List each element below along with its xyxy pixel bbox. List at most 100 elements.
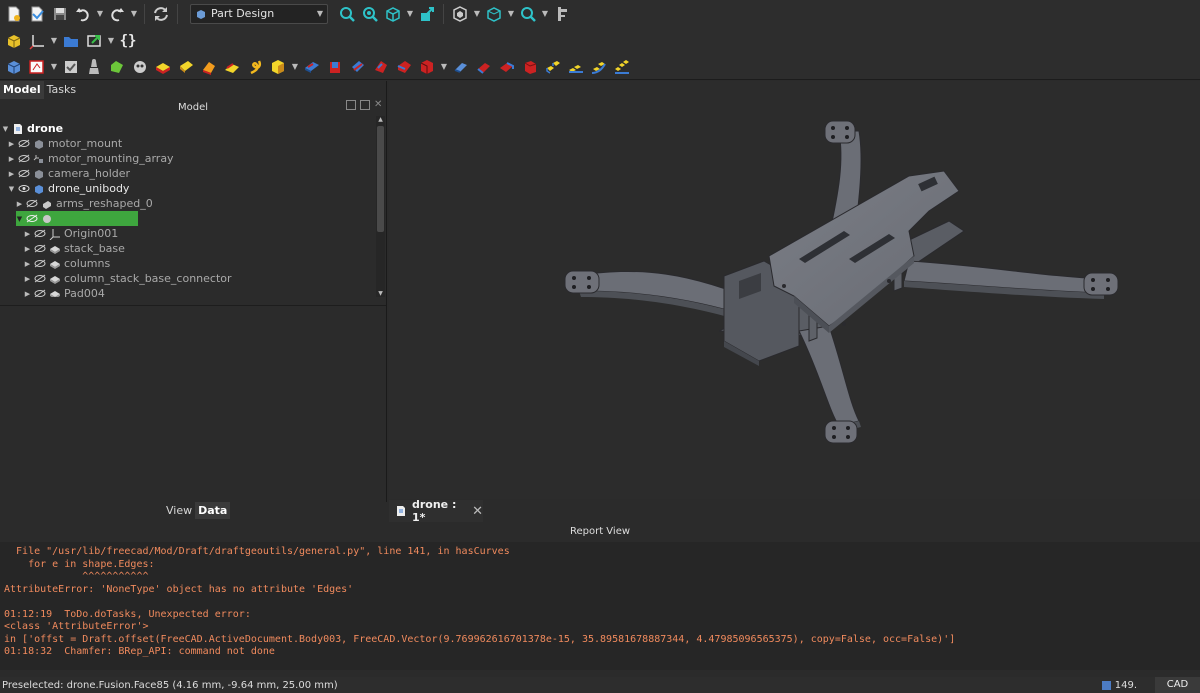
link-icon[interactable] xyxy=(84,31,104,51)
document-tab[interactable]: drone : 1* ✕ xyxy=(389,498,483,524)
views-dropdown-icon[interactable]: ▼ xyxy=(406,4,414,24)
tree-item-stack-base[interactable]: ▶ stack_base xyxy=(24,241,125,256)
helix-icon[interactable] xyxy=(245,57,265,77)
refresh-icon[interactable] xyxy=(151,4,171,24)
tab-view[interactable]: View xyxy=(163,502,195,519)
subtractive-dropdown-icon[interactable]: ▼ xyxy=(440,57,448,77)
expand-arrow-icon[interactable]: ▶ xyxy=(24,290,31,298)
polar-pattern-icon[interactable] xyxy=(589,57,609,77)
model-tree[interactable]: ▼ drone ▶ motor_mount ▶ motor_mounting_a… xyxy=(0,116,376,297)
subtractive-loft-icon[interactable] xyxy=(371,57,391,77)
new-file-icon[interactable] xyxy=(4,4,24,24)
scroll-up-icon[interactable]: ▲ xyxy=(376,116,385,123)
expand-arrow-icon[interactable]: ▼ xyxy=(16,215,23,223)
visibility-icon[interactable] xyxy=(18,184,30,193)
tree-item-column-stack-base-connector[interactable]: ▶ column_stack_base_connector xyxy=(24,271,232,286)
tree-item-drone-unibody[interactable]: ▼ drone_unibody xyxy=(8,181,130,196)
tree-scrollbar[interactable]: ▲ ▼ xyxy=(376,116,385,297)
macro-braces-icon[interactable]: {} xyxy=(118,33,138,49)
scroll-thumb[interactable] xyxy=(377,126,384,232)
sketch-dropdown-icon[interactable]: ▼ xyxy=(50,57,58,77)
drone-model[interactable] xyxy=(389,81,1200,499)
tree-item-motor-mounting-array[interactable]: ▶ motor_mounting_array xyxy=(8,151,174,166)
axis-cross-icon[interactable] xyxy=(27,31,47,51)
additive-primitive-icon[interactable] xyxy=(268,57,288,77)
link-dropdown-icon[interactable]: ▼ xyxy=(107,31,115,51)
axis-dropdown-icon[interactable]: ▼ xyxy=(50,31,58,51)
float-icon[interactable] xyxy=(360,100,370,110)
tab-tasks[interactable]: Tasks xyxy=(44,81,79,99)
collapse-icon[interactable] xyxy=(346,100,356,110)
expand-arrow-icon[interactable]: ▶ xyxy=(24,260,31,268)
measure-icon[interactable] xyxy=(417,4,437,24)
expand-arrow-icon[interactable]: ▶ xyxy=(8,155,15,163)
tree-item-arms-reshaped[interactable]: ▶ arms_reshaped_0 xyxy=(16,196,153,211)
tree-item-fusion[interactable]: ▼ Fusion xyxy=(16,211,138,226)
bbox-dropdown-icon[interactable]: ▼ xyxy=(507,4,515,24)
redo-dropdown-icon[interactable]: ▼ xyxy=(130,4,138,24)
pad-icon[interactable] xyxy=(153,57,173,77)
fit-selection-icon[interactable] xyxy=(360,4,380,24)
loft-icon[interactable] xyxy=(199,57,219,77)
subtractive-pipe-icon[interactable] xyxy=(394,57,414,77)
clone-icon[interactable] xyxy=(84,57,104,77)
part-icon[interactable] xyxy=(4,31,24,51)
fit-all-icon[interactable] xyxy=(337,4,357,24)
close-icon[interactable]: ✕ xyxy=(472,504,483,519)
undo-icon[interactable] xyxy=(73,4,93,24)
scroll-down-icon[interactable]: ▼ xyxy=(376,290,385,297)
pocket-icon[interactable] xyxy=(302,57,322,77)
primitive-dropdown-icon[interactable]: ▼ xyxy=(291,57,299,77)
visibility-hidden-icon[interactable] xyxy=(18,154,30,163)
multitransform-icon[interactable] xyxy=(612,57,632,77)
validate-sketch-icon[interactable] xyxy=(61,57,81,77)
bounding-box-icon[interactable] xyxy=(484,4,504,24)
expand-arrow-icon[interactable]: ▶ xyxy=(8,140,15,148)
save-icon[interactable] xyxy=(50,4,70,24)
caliper-icon[interactable] xyxy=(552,4,572,24)
zoom-dropdown-icon[interactable]: ▼ xyxy=(541,4,549,24)
navigation-style-button[interactable]: CAD xyxy=(1155,677,1200,693)
expand-arrow-icon[interactable]: ▶ xyxy=(16,200,23,208)
thickness-icon[interactable] xyxy=(520,57,540,77)
revolution-icon[interactable] xyxy=(176,57,196,77)
tree-item-camera-holder[interactable]: ▶ camera_holder xyxy=(8,166,130,181)
expand-arrow-icon[interactable]: ▶ xyxy=(24,245,31,253)
shape-binder-icon[interactable] xyxy=(130,57,150,77)
draw-style-icon[interactable] xyxy=(450,4,470,24)
visibility-hidden-icon[interactable] xyxy=(34,259,46,268)
expand-arrow-icon[interactable]: ▶ xyxy=(24,275,31,283)
linear-pattern-icon[interactable] xyxy=(566,57,586,77)
workbench-selector[interactable]: Part Design ▼ xyxy=(190,3,328,24)
tree-item-columns[interactable]: ▶ columns xyxy=(24,256,110,271)
tree-item-drone[interactable]: ▼ drone xyxy=(2,121,63,136)
body-icon[interactable] xyxy=(4,57,24,77)
tab-model[interactable]: Model xyxy=(0,81,44,99)
redo-icon[interactable] xyxy=(107,4,127,24)
chamfer-icon[interactable] xyxy=(474,57,494,77)
sketch-icon[interactable] xyxy=(27,57,47,77)
tab-data[interactable]: Data xyxy=(195,502,231,519)
visibility-hidden-icon[interactable] xyxy=(34,289,46,297)
subtractive-primitive-icon[interactable] xyxy=(417,57,437,77)
visibility-hidden-icon[interactable] xyxy=(26,199,38,208)
visibility-hidden-icon[interactable] xyxy=(34,244,46,253)
close-icon[interactable]: ✕ xyxy=(374,100,384,110)
expand-arrow-icon[interactable]: ▶ xyxy=(24,230,31,238)
zoom-icon[interactable] xyxy=(518,4,538,24)
expand-arrow-icon[interactable]: ▼ xyxy=(8,185,15,193)
pipe-icon[interactable] xyxy=(222,57,242,77)
visibility-hidden-icon[interactable] xyxy=(18,169,30,178)
mirrored-icon[interactable] xyxy=(543,57,563,77)
open-file-icon[interactable] xyxy=(27,4,47,24)
report-view[interactable]: File "/usr/lib/freecad/Mod/Draft/draftge… xyxy=(0,542,1200,670)
visibility-hidden-icon[interactable] xyxy=(18,139,30,148)
hole-icon[interactable] xyxy=(325,57,345,77)
groove-icon[interactable] xyxy=(348,57,368,77)
visibility-hidden-icon[interactable] xyxy=(26,214,38,223)
expand-arrow-icon[interactable]: ▼ xyxy=(2,125,9,133)
visibility-hidden-icon[interactable] xyxy=(34,274,46,283)
folder-icon[interactable] xyxy=(61,31,81,51)
tree-item-pad004[interactable]: ▶ Pad004 xyxy=(24,286,105,297)
undo-dropdown-icon[interactable]: ▼ xyxy=(96,4,104,24)
